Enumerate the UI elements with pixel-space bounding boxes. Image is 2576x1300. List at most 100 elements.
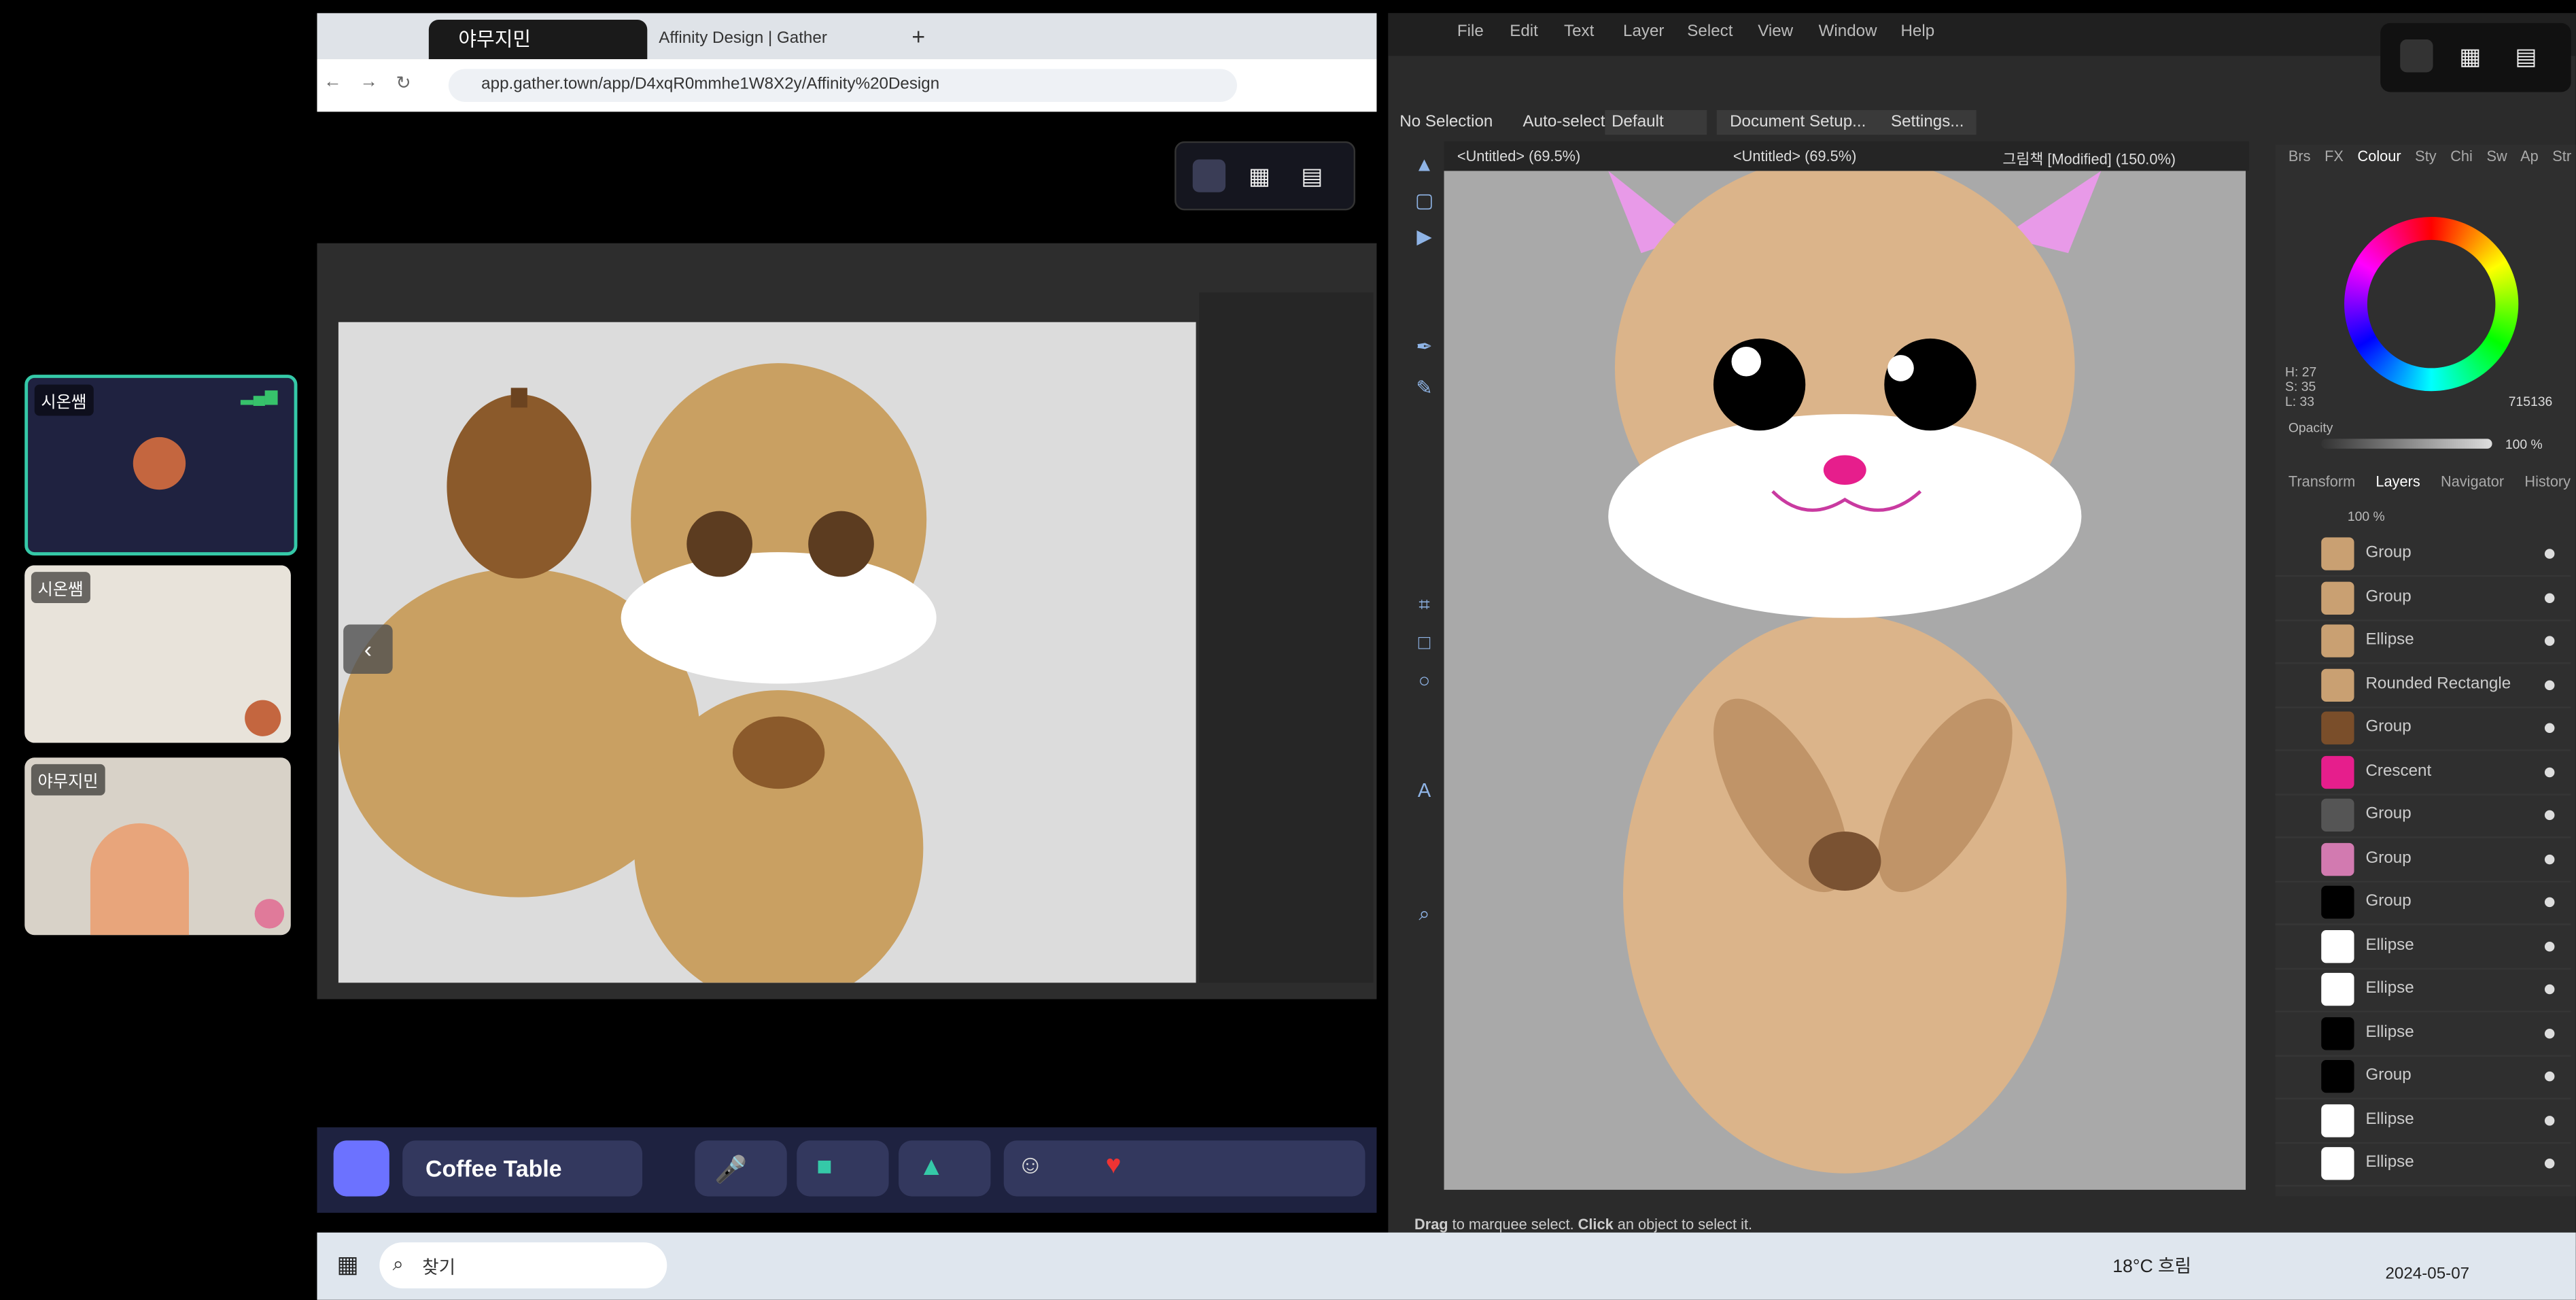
back-icon[interactable]: ← [324,72,342,92]
tab-layers[interactable]: Layers [2375,473,2420,490]
taskbar-search[interactable]: ⌕ 찾기 [379,1242,667,1288]
layer-row[interactable]: Rounded Rectangle [2275,663,2571,708]
visibility-icon[interactable] [2544,1027,2555,1038]
layer-row[interactable]: Group [2275,1055,2571,1099]
layer-row[interactable]: Ellipse [2275,925,2571,969]
visibility-icon[interactable] [2544,853,2555,864]
layer-row[interactable]: Group [2275,706,2571,751]
visibility-icon[interactable] [2544,766,2555,777]
participant-tile[interactable]: 야무지민 [24,757,291,936]
auto-select-dropdown[interactable]: Default [1605,109,1707,135]
grid-view-icon[interactable]: ▦ [2459,43,2481,71]
browser-tab[interactable]: Affinity Design | Gather [629,20,905,59]
layers-opacity[interactable]: 100 % [2348,509,2385,524]
visibility-icon[interactable] [2544,592,2555,602]
screen-view-icon[interactable] [2400,39,2433,73]
layer-row[interactable]: Group [2275,793,2571,838]
colour-triangle[interactable] [2367,239,2496,369]
tab-chi[interactable]: Chi [2450,148,2473,165]
menu-file[interactable]: File [1457,23,1484,41]
microphone-button[interactable]: 🎤 [695,1140,787,1197]
visibility-icon[interactable] [2544,636,2555,646]
auto-select-checkbox[interactable]: Auto-select: [1523,114,1610,132]
map-view-icon[interactable]: ▤ [1301,162,1323,190]
visibility-icon[interactable] [2544,679,2555,689]
text-tool-icon[interactable]: A [1411,777,1438,804]
zoom-tool-icon[interactable]: ⌕ [1411,901,1438,927]
reactions-bar[interactable]: ☺ ♥ [1003,1140,1365,1197]
browser-tab[interactable]: 야무지민 [428,20,648,60]
screen-view-icon[interactable] [1192,159,1226,192]
tab-styles[interactable]: Sty [2415,148,2436,165]
reload-icon[interactable]: ↻ [396,72,411,94]
document-setup-button[interactable]: Document Setup... [1716,109,1879,135]
layer-row[interactable]: Ellipse [2275,1012,2571,1056]
menu-view[interactable]: View [1758,23,1793,41]
camera-button[interactable]: ■ [797,1140,889,1197]
visibility-icon[interactable] [2544,1071,2555,1082]
url-field[interactable]: app.gather.town/app/D4xqR0mmhe1W8X2y/Aff… [448,69,1238,102]
crop-tool-icon[interactable]: ⌗ [1411,592,1438,618]
tab-transform[interactable]: Transform [2288,473,2355,490]
layer-row[interactable]: Group [2275,881,2571,925]
visibility-icon[interactable] [2544,1158,2555,1169]
menu-help[interactable]: Help [1900,23,1934,41]
colour-wheel[interactable] [2344,217,2519,392]
visibility-icon[interactable] [2544,723,2555,733]
layer-row[interactable]: Ellipse [2275,1142,2571,1187]
visibility-icon[interactable] [2544,549,2555,559]
weather-text[interactable]: 18°C 흐림 [2112,1252,2191,1279]
tab-navigator[interactable]: Navigator [2441,473,2504,490]
tab-brushes[interactable]: Brs [2288,148,2311,165]
collapse-panel-button[interactable]: ‹ [343,624,393,674]
layer-row[interactable]: Group [2275,576,2571,621]
emoji-icon[interactable]: ☺ [1017,1152,1044,1182]
room-name-button[interactable]: Coffee Table [402,1140,643,1197]
menu-layer[interactable]: Layer [1623,23,1664,41]
pen-tool-icon[interactable]: ✒ [1411,334,1438,360]
windows-start-icon[interactable]: ▦ [336,1250,358,1278]
tab-history[interactable]: History [2524,473,2571,490]
layer-row[interactable]: Ellipse [2275,968,2571,1012]
menu-window[interactable]: Window [1819,23,1877,41]
participant-tile[interactable]: 시온쌤 [24,565,291,743]
grid-view-icon[interactable]: ▦ [1249,162,1270,190]
layer-row[interactable]: Group [2275,837,2571,882]
layer-row[interactable]: Ellipse [2275,619,2571,664]
menu-edit[interactable]: Edit [1510,23,1538,41]
tab-appearance[interactable]: Ap [2520,148,2539,165]
move-tool-icon[interactable]: ▲ [1411,151,1438,177]
doc-tab[interactable]: <Untitled> (69.5%) [1457,148,1580,165]
tab-stroke[interactable]: Str [2552,148,2571,165]
participant-tile[interactable]: 시온쌤 ▂▄▆ [24,375,298,555]
artboard-tool-icon[interactable]: ▢ [1411,188,1438,214]
ellipse-tool-icon[interactable]: ○ [1411,667,1438,694]
forward-icon[interactable]: → [360,72,378,92]
settings-button[interactable]: Settings... [1877,109,1977,135]
heart-icon[interactable]: ♥ [1106,1152,1121,1182]
new-tab-icon[interactable]: + [911,23,925,50]
layer-row[interactable]: Ellipse [2275,1099,2571,1144]
visibility-icon[interactable] [2544,984,2555,995]
visibility-icon[interactable] [2544,810,2555,821]
layer-row[interactable]: Group [2275,532,2571,577]
gather-logo-button[interactable] [333,1140,389,1197]
tab-swatches[interactable]: Sw [2486,148,2507,165]
opacity-value[interactable]: 100 % [2505,437,2543,452]
visibility-icon[interactable] [2544,940,2555,951]
tab-colour[interactable]: Colour [2358,148,2401,165]
doc-tab[interactable]: <Untitled> (69.5%) [1733,148,1856,165]
tab-fx[interactable]: FX [2325,148,2344,165]
map-view-icon[interactable]: ▤ [2515,43,2537,71]
canvas[interactable] [1444,171,2246,1190]
doc-tab[interactable]: 그림책 [Modified] (150.0%) [2002,148,2176,169]
pencil-tool-icon[interactable]: ✎ [1411,375,1438,401]
hex-value[interactable]: 715136 [2509,394,2553,409]
rectangle-tool-icon[interactable]: □ [1411,630,1438,656]
menu-text[interactable]: Text [1564,23,1594,41]
layer-row[interactable]: Crescent [2275,750,2571,795]
screen-share-button[interactable]: ▲ [899,1140,991,1197]
node-tool-icon[interactable]: ▶ [1411,224,1438,250]
menu-select[interactable]: Select [1687,23,1733,41]
opacity-slider[interactable] [2321,439,2492,449]
